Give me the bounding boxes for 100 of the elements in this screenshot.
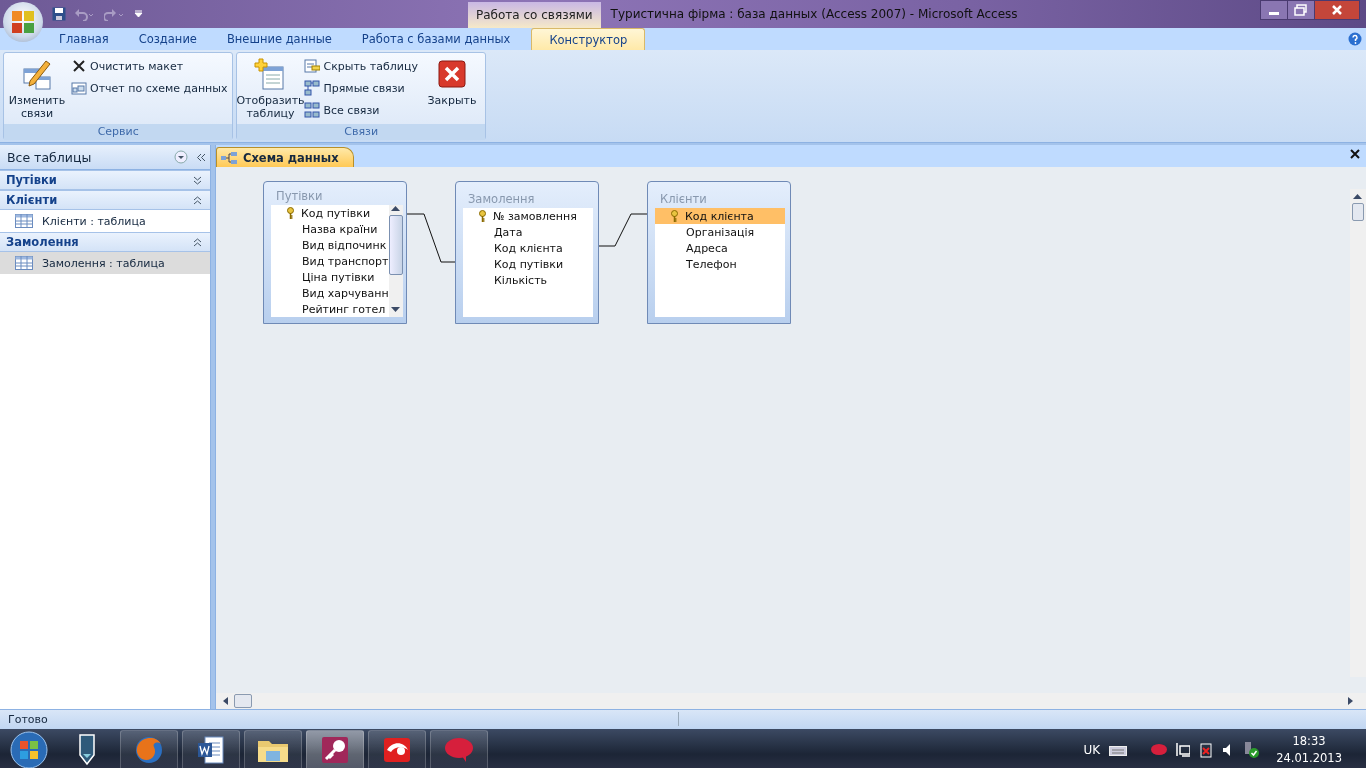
group-label: Сервис: [4, 124, 233, 140]
relationship-line: [598, 213, 648, 247]
ribbon-button[interactable]: Закрыть: [421, 55, 482, 122]
field-row[interactable]: Код клієнта: [655, 208, 785, 224]
relations-icon: [304, 80, 321, 96]
scroll-thumb[interactable]: [234, 694, 252, 708]
ribbon-button[interactable]: Отчет по схеме данных: [69, 77, 230, 99]
field-row[interactable]: Організація: [655, 224, 785, 240]
field-row[interactable]: Вид відпочинк: [271, 237, 389, 253]
scroll-up-icon: [391, 205, 401, 211]
close-icon: [1314, 0, 1360, 20]
field-row[interactable]: Ціна путівки: [271, 269, 389, 285]
network-icon: [1176, 743, 1191, 757]
restore-icon: [1287, 0, 1315, 20]
context-tab-group: Работа со связями: [468, 2, 601, 28]
key-icon: [670, 209, 679, 223]
minimize-icon: [1260, 0, 1288, 20]
scroll-down-icon: [391, 307, 401, 313]
field-row[interactable]: Назва країни: [271, 221, 389, 237]
relationship-line: [406, 213, 456, 263]
close-icon: [1350, 149, 1360, 159]
field-row[interactable]: Дата: [463, 224, 593, 240]
hide-table-icon: [304, 58, 321, 74]
speech-bubble-icon: [1151, 744, 1168, 756]
taskbar-button[interactable]: [244, 730, 302, 768]
clock-time[interactable]: 18:33: [1292, 733, 1326, 750]
nav-group-header[interactable]: Путівки: [0, 170, 210, 190]
save-icon: [52, 7, 66, 21]
scroll-up-icon: [1353, 193, 1362, 199]
field-row[interactable]: Код клієнта: [463, 240, 593, 256]
ribbon-button[interactable]: Очистить макет: [69, 55, 230, 77]
field-row[interactable]: Кількість: [463, 272, 593, 288]
taskbar-button[interactable]: [306, 730, 364, 768]
scrollbar[interactable]: [216, 693, 1366, 709]
key-icon: [320, 735, 350, 765]
speech-bubble-icon: [444, 737, 474, 763]
table-title: Замолення: [467, 191, 536, 206]
help-icon: [1348, 32, 1362, 46]
status-text: Готово: [8, 712, 49, 726]
all-relations-icon: [304, 102, 321, 118]
ribbon-button[interactable]: Прямые связи: [302, 77, 420, 99]
table-window[interactable]: Клієнти Код клієнта Організація Адреса Телефон: [647, 181, 791, 324]
scroll-left-icon: [222, 696, 228, 706]
ribbon-tab[interactable]: Главная: [44, 28, 124, 50]
document-icon: [197, 735, 225, 765]
dropdown-icon: [174, 150, 188, 164]
table-title: Путівки: [275, 188, 324, 203]
ribbon-tab[interactable]: Работа с базами данных: [346, 28, 526, 50]
windows-logo-icon: [10, 731, 48, 768]
power-plug-icon: [1199, 742, 1214, 758]
pen-drive-icon: [77, 734, 97, 766]
scroll-thumb[interactable]: [388, 215, 403, 275]
field-row[interactable]: Вид харчуванн: [271, 285, 389, 301]
collapse-icon: [193, 195, 202, 205]
table-window[interactable]: Путівки Код путівки Назва країни Вид відпочинк Вид транспорт Ціна путівки Вид харчуванн Рейтинг готел: [263, 181, 407, 324]
nav-group-header[interactable]: Замолення: [0, 232, 210, 252]
ribbon-tab[interactable]: Конструктор: [531, 28, 646, 50]
scroll-thumb[interactable]: [1352, 203, 1364, 221]
taskbar-button[interactable]: [368, 730, 426, 768]
taskbar-button[interactable]: [182, 730, 240, 768]
key-icon: [478, 209, 487, 223]
globe-fox-icon: [134, 735, 164, 765]
redo-icon: [104, 7, 126, 21]
ribbon-tab[interactable]: Создание: [123, 28, 212, 50]
usb-check-icon: [1243, 742, 1260, 758]
expand-icon: [193, 175, 202, 185]
scrollbar[interactable]: [1350, 189, 1366, 677]
window-title: Туристична фірма : база данных (Access 2007) - Microsoft Access: [610, 7, 1018, 21]
collapse-icon: [193, 237, 202, 247]
field-row[interactable]: Код путівки: [271, 205, 389, 221]
key-icon: [286, 206, 295, 220]
scroll-right-icon: [1348, 696, 1354, 706]
group-label: Связи: [237, 124, 485, 140]
keyboard-icon: [1109, 744, 1128, 756]
scrollbar[interactable]: [388, 205, 403, 317]
clock-date[interactable]: 24.01.2013: [1276, 750, 1342, 767]
ribbon-button[interactable]: Скрыть таблицу: [302, 55, 420, 77]
office-logo-icon: [11, 10, 35, 34]
eye-logo-icon: [382, 736, 412, 764]
office-button[interactable]: [3, 2, 43, 42]
table-window[interactable]: Замолення № замовлення Дата Код клієнта Код путівки Кількість: [455, 181, 599, 324]
relationships-icon: [221, 151, 237, 164]
field-row[interactable]: Вид транспорт: [271, 253, 389, 269]
ribbon-tab[interactable]: Внешние данные: [211, 28, 347, 50]
field-row[interactable]: № замовлення: [463, 208, 593, 224]
language-indicator[interactable]: UK: [1083, 743, 1101, 757]
nav-pane-title: Все таблицы: [7, 149, 93, 165]
field-row[interactable]: Рейтинг готел: [271, 301, 389, 317]
field-row[interactable]: Телефон: [655, 256, 785, 272]
field-row[interactable]: Адреса: [655, 240, 785, 256]
ribbon-button[interactable]: Изменить связи: [7, 55, 67, 122]
nav-item[interactable]: Замолення : таблица: [0, 252, 210, 274]
customize-arrow-icon: [134, 10, 143, 18]
table-icon: [15, 214, 33, 228]
nav-group-header[interactable]: Клієнти: [0, 190, 210, 210]
collapse-pane-icon: [196, 152, 206, 162]
field-row[interactable]: Код путівки: [463, 256, 593, 272]
undo-icon: [74, 7, 96, 21]
document-tab[interactable]: Схема данных: [216, 147, 354, 167]
close-icon: [71, 58, 87, 74]
